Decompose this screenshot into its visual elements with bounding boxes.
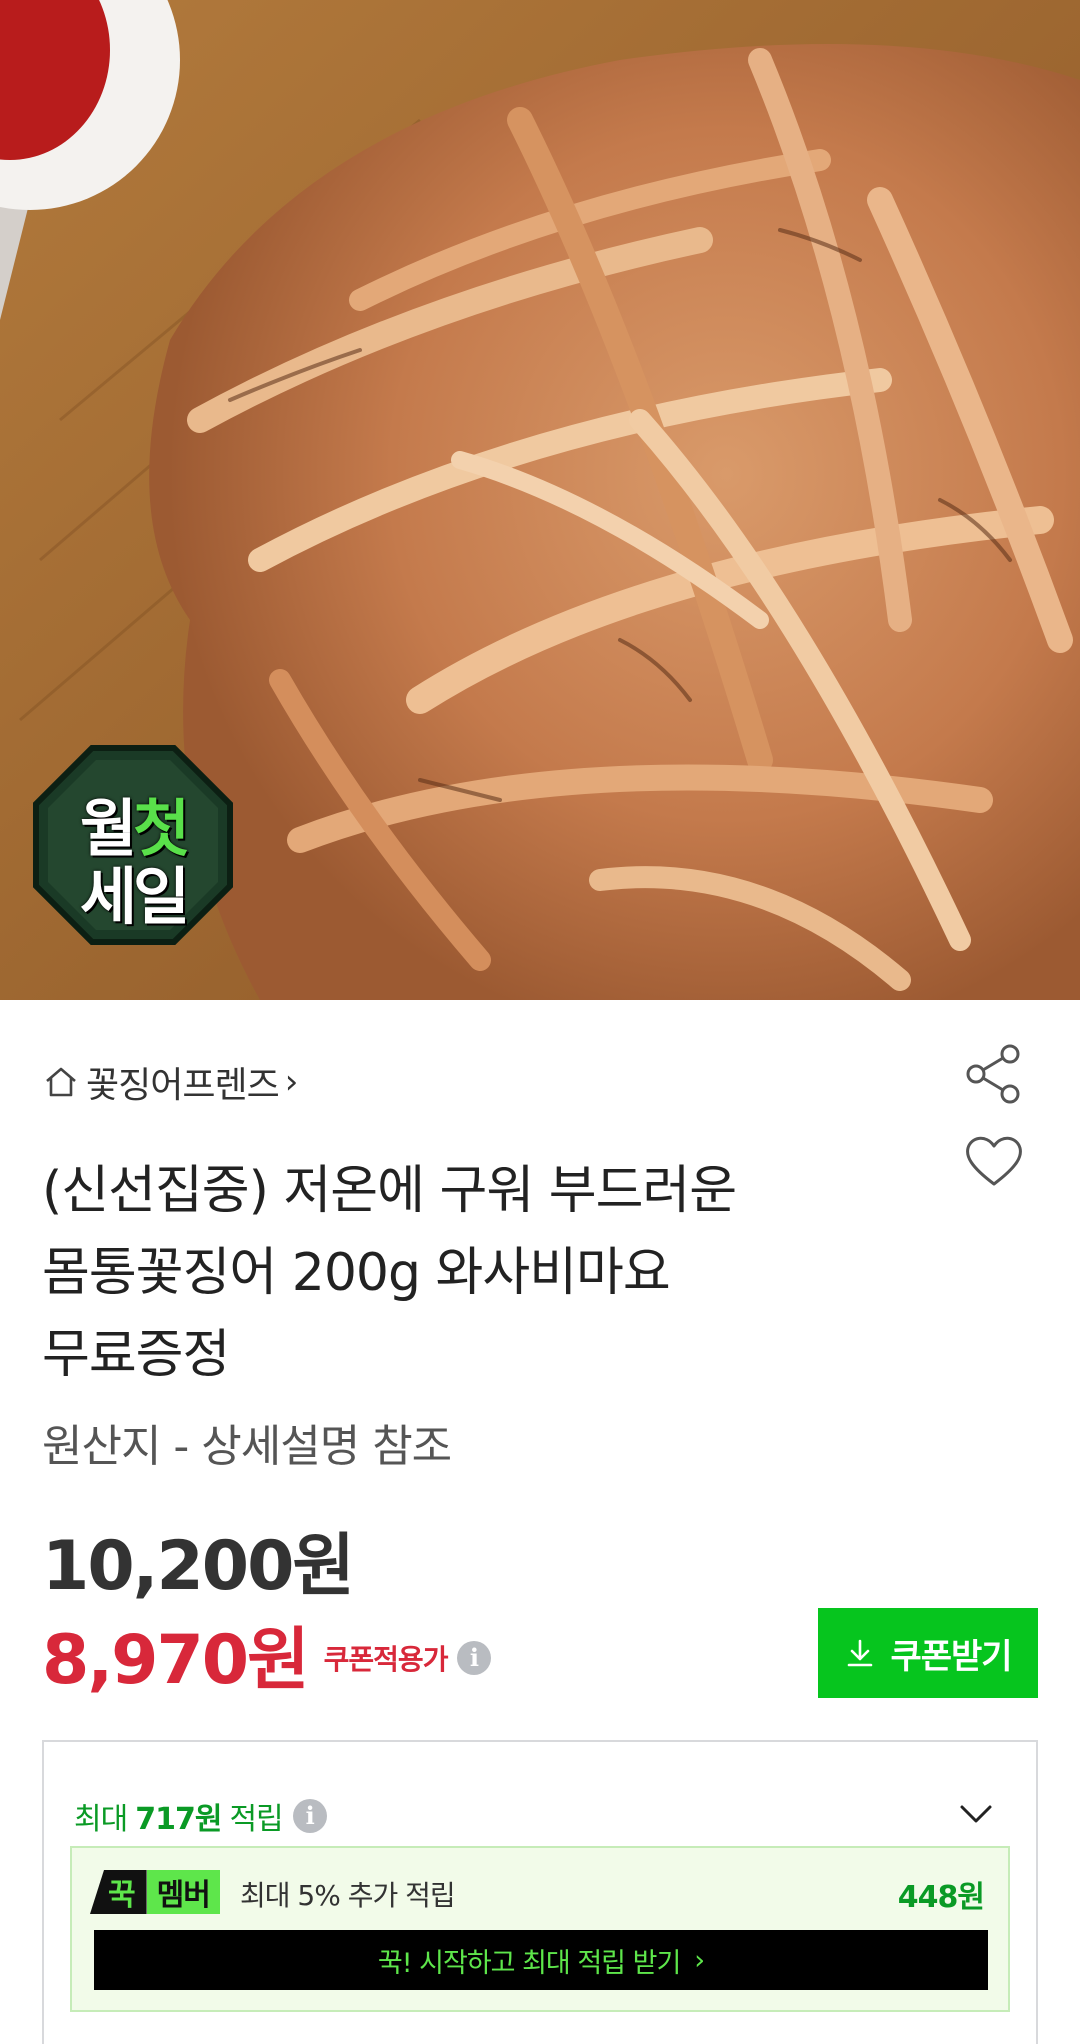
membership-start-button[interactable]: 꾹! 시작하고 최대 적립 받기 › [94,1930,988,1990]
product-title: (신선집중) 저온에 구워 부드러운 몸통꽃징어 200g 와사비마요 무료증정 [42,1150,892,1396]
share-icon[interactable] [962,1042,1026,1106]
points-suffix: 적립 [229,1802,283,1837]
store-name: 꽃징어프렌즈 [86,1065,280,1106]
store-link[interactable]: 꽃징어프렌즈 › [42,1056,299,1108]
product-title-line: 몸통꽃징어 200g 와사비마요 [42,1243,671,1303]
product-title-line: 무료증정 [42,1325,230,1385]
membership-logo: 꾹 멤버 [90,1870,220,1914]
info-icon[interactable]: i [457,1640,492,1675]
original-price: 10,200원 [42,1527,355,1606]
get-coupon-button[interactable]: 쿠폰받기 [818,1608,1038,1698]
membership-promo: 꾹 멤버 최대 5% 추가 적립 448원 꾹! 시작하고 최대 적립 받기 › [70,1846,1010,2012]
product-image[interactable]: 월첫 세일 [0,0,1080,1000]
chevron-down-icon[interactable] [956,1794,996,1834]
origin-info: 원산지 - 상세설명 참조 [42,1421,452,1472]
membership-logo-part2: 멤버 [146,1870,220,1914]
home-icon [42,1063,80,1101]
chevron-right-icon: › [284,1062,299,1102]
download-icon [848,1639,873,1667]
monthly-sale-badge: 월첫 세일 [32,744,234,946]
product-title-line: (신선집중) 저온에 구워 부드러운 [42,1161,737,1221]
points-panel: 최대 717원 적립 i 꾹 멤버 최대 5% 추가 적립 448원 꾹! 시작… [42,1740,1038,2044]
sale-price-row: 8,970원 쿠폰적용가 i [42,1604,492,1703]
sale-price: 8,970원 [42,1621,310,1700]
wishlist-heart-icon[interactable] [962,1130,1026,1190]
membership-points: 448원 [897,1880,985,1915]
chevron-right-icon: › [694,1944,705,1976]
badge-text-sale: 세일 [79,860,190,933]
membership-logo-part1: 꾹 [90,1870,147,1914]
points-prefix: 최대 [74,1802,128,1837]
membership-start-label: 꾹! 시작하고 최대 적립 받기 [377,1947,681,1979]
get-coupon-label: 쿠폰받기 [890,1637,1012,1676]
membership-description: 최대 5% 추가 적립 [240,1879,456,1912]
points-info-icon[interactable]: i [292,1799,327,1833]
max-points-summary: 최대 717원 적립 i [74,1794,327,1838]
points-amount: 717원 [135,1802,222,1837]
coupon-price-label: 쿠폰적용가 [323,1642,449,1676]
